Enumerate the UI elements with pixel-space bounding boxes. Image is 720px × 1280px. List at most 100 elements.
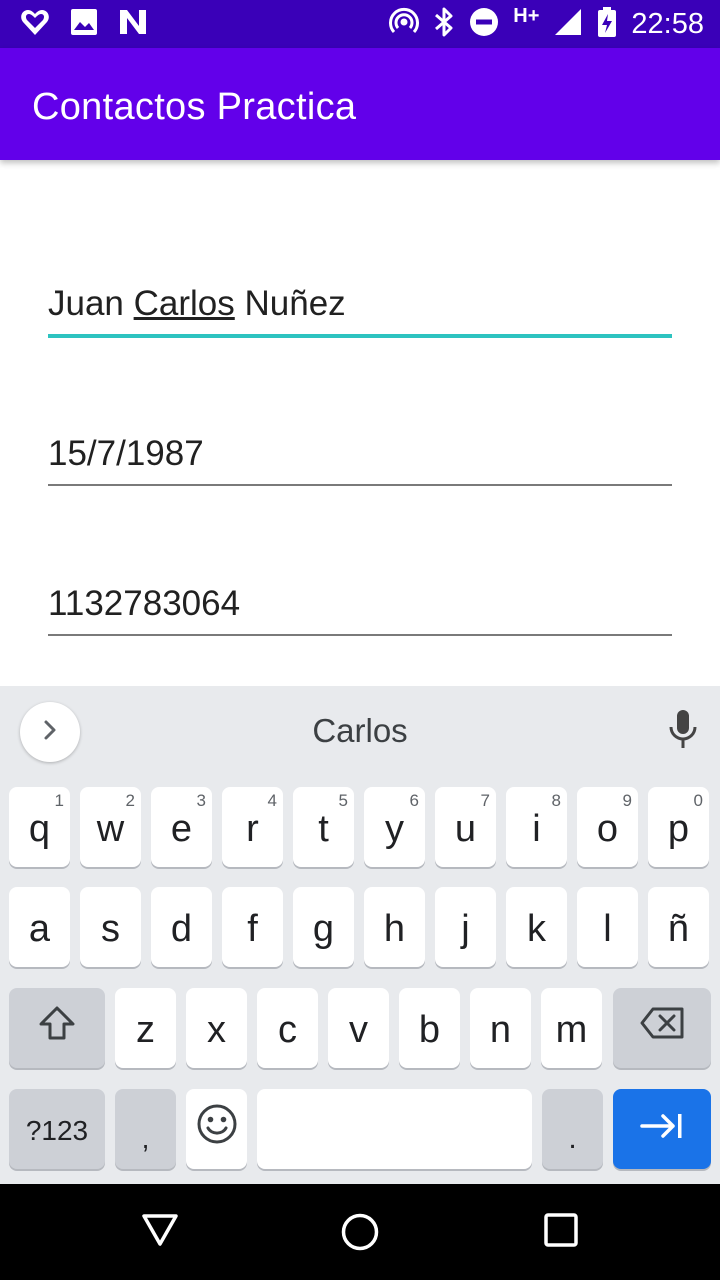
date-field-value: 15/7/1987: [48, 434, 204, 473]
backspace-key[interactable]: [613, 988, 711, 1068]
back-icon[interactable]: [141, 1212, 179, 1253]
key-l[interactable]: l: [577, 887, 638, 967]
key-p[interactable]: p0: [648, 787, 709, 867]
key-hint: 3: [196, 791, 206, 810]
key-label: i: [532, 807, 541, 850]
key-o[interactable]: o9: [577, 787, 638, 867]
key-hint: 0: [693, 791, 703, 810]
app-title: Contactos Practica: [32, 86, 357, 128]
home-icon[interactable]: [340, 1212, 380, 1257]
signal-icon: [553, 7, 583, 42]
key-q[interactable]: q1: [9, 787, 70, 867]
key-label: f: [247, 907, 258, 950]
key-label: l: [603, 907, 612, 950]
date-field[interactable]: 15/7/1987: [48, 430, 672, 486]
symbols-key[interactable]: ?123: [9, 1089, 105, 1169]
comma-key[interactable]: ,: [115, 1089, 176, 1169]
shift-key[interactable]: [9, 988, 105, 1068]
key-label: k: [527, 907, 546, 950]
key-b[interactable]: b: [399, 988, 460, 1068]
key-hint: 9: [622, 791, 632, 810]
key-y[interactable]: y6: [364, 787, 425, 867]
key-label: s: [101, 907, 120, 950]
key-hint: 8: [551, 791, 561, 810]
key-hint: 6: [409, 791, 419, 810]
backspace-icon: [639, 1006, 685, 1050]
phone-field-underline: [48, 634, 672, 636]
key-label: p: [667, 807, 690, 850]
name-field[interactable]: Juan Carlos Nuñez: [48, 280, 672, 338]
key-hint: 5: [338, 791, 348, 810]
key-label: v: [349, 1008, 368, 1051]
period-key[interactable]: .: [542, 1089, 603, 1169]
key-m[interactable]: m: [541, 988, 602, 1068]
symbols-key-label: ?123: [25, 1115, 89, 1146]
key-label: q: [28, 807, 51, 850]
key-ñ[interactable]: ñ: [648, 887, 709, 967]
clock: 22:58: [631, 7, 704, 40]
suggestion-word[interactable]: Carlos: [0, 712, 720, 750]
key-x[interactable]: x: [186, 988, 247, 1068]
key-u[interactable]: u7: [435, 787, 496, 867]
name-part-last: Nuñez: [234, 284, 346, 323]
key-label: e: [170, 807, 193, 850]
key-s[interactable]: s: [80, 887, 141, 967]
tab-arrow-icon: [639, 1108, 685, 1151]
key-label: d: [170, 907, 193, 950]
bluetooth-icon: [433, 6, 455, 43]
hotspot-icon: [389, 7, 420, 42]
comma-key-label: ,: [141, 1123, 150, 1154]
date-field-underline: [48, 484, 672, 486]
key-label: b: [418, 1008, 441, 1051]
key-n[interactable]: n: [470, 988, 531, 1068]
name-part-first: Juan: [48, 284, 134, 323]
emoji-key[interactable]: [186, 1089, 247, 1169]
key-z[interactable]: z: [115, 988, 176, 1068]
space-key[interactable]: [257, 1089, 532, 1169]
key-i[interactable]: i8: [506, 787, 567, 867]
key-hint: 2: [125, 791, 135, 810]
key-hint: 4: [267, 791, 277, 810]
key-a[interactable]: a: [9, 887, 70, 967]
key-t[interactable]: t5: [293, 787, 354, 867]
key-j[interactable]: j: [435, 887, 496, 967]
key-label: t: [318, 807, 329, 850]
recents-icon[interactable]: [543, 1212, 579, 1253]
key-g[interactable]: g: [293, 887, 354, 967]
phone-field[interactable]: 1132783064: [48, 580, 672, 636]
key-label: h: [383, 907, 406, 950]
battery-charging-icon: [597, 6, 617, 43]
microphone-button[interactable]: [668, 708, 698, 755]
key-label: u: [454, 807, 477, 850]
system-icons: H+ 22:58: [389, 4, 704, 43]
key-hint: 7: [480, 791, 490, 810]
heart-icon: [20, 8, 50, 41]
network-type: H+: [513, 4, 540, 27]
key-k[interactable]: k: [506, 887, 567, 967]
do-not-disturb-icon: [469, 7, 499, 42]
key-v[interactable]: v: [328, 988, 389, 1068]
key-e[interactable]: e3: [151, 787, 212, 867]
key-hint: 1: [54, 791, 64, 810]
app-bar: Contactos Practica: [0, 48, 720, 160]
status-bar: H+ 22:58: [0, 0, 720, 48]
key-c[interactable]: c: [257, 988, 318, 1068]
key-w[interactable]: w2: [80, 787, 141, 867]
name-field-value: Juan Carlos Nuñez: [48, 284, 346, 324]
key-label: c: [278, 1008, 297, 1051]
emoji-icon: [196, 1103, 238, 1155]
period-key-label: .: [568, 1122, 577, 1155]
image-icon: [70, 8, 98, 41]
n-app-icon: [118, 8, 148, 41]
key-label: ñ: [667, 907, 690, 950]
next-action-key[interactable]: [613, 1089, 711, 1169]
key-h[interactable]: h: [364, 887, 425, 967]
key-label: r: [246, 807, 259, 850]
key-label: z: [136, 1008, 155, 1051]
key-f[interactable]: f: [222, 887, 283, 967]
key-label: j: [461, 907, 470, 950]
key-d[interactable]: d: [151, 887, 212, 967]
key-r[interactable]: r4: [222, 787, 283, 867]
key-label: w: [96, 807, 125, 850]
suggestion-strip: Carlos: [0, 686, 720, 778]
